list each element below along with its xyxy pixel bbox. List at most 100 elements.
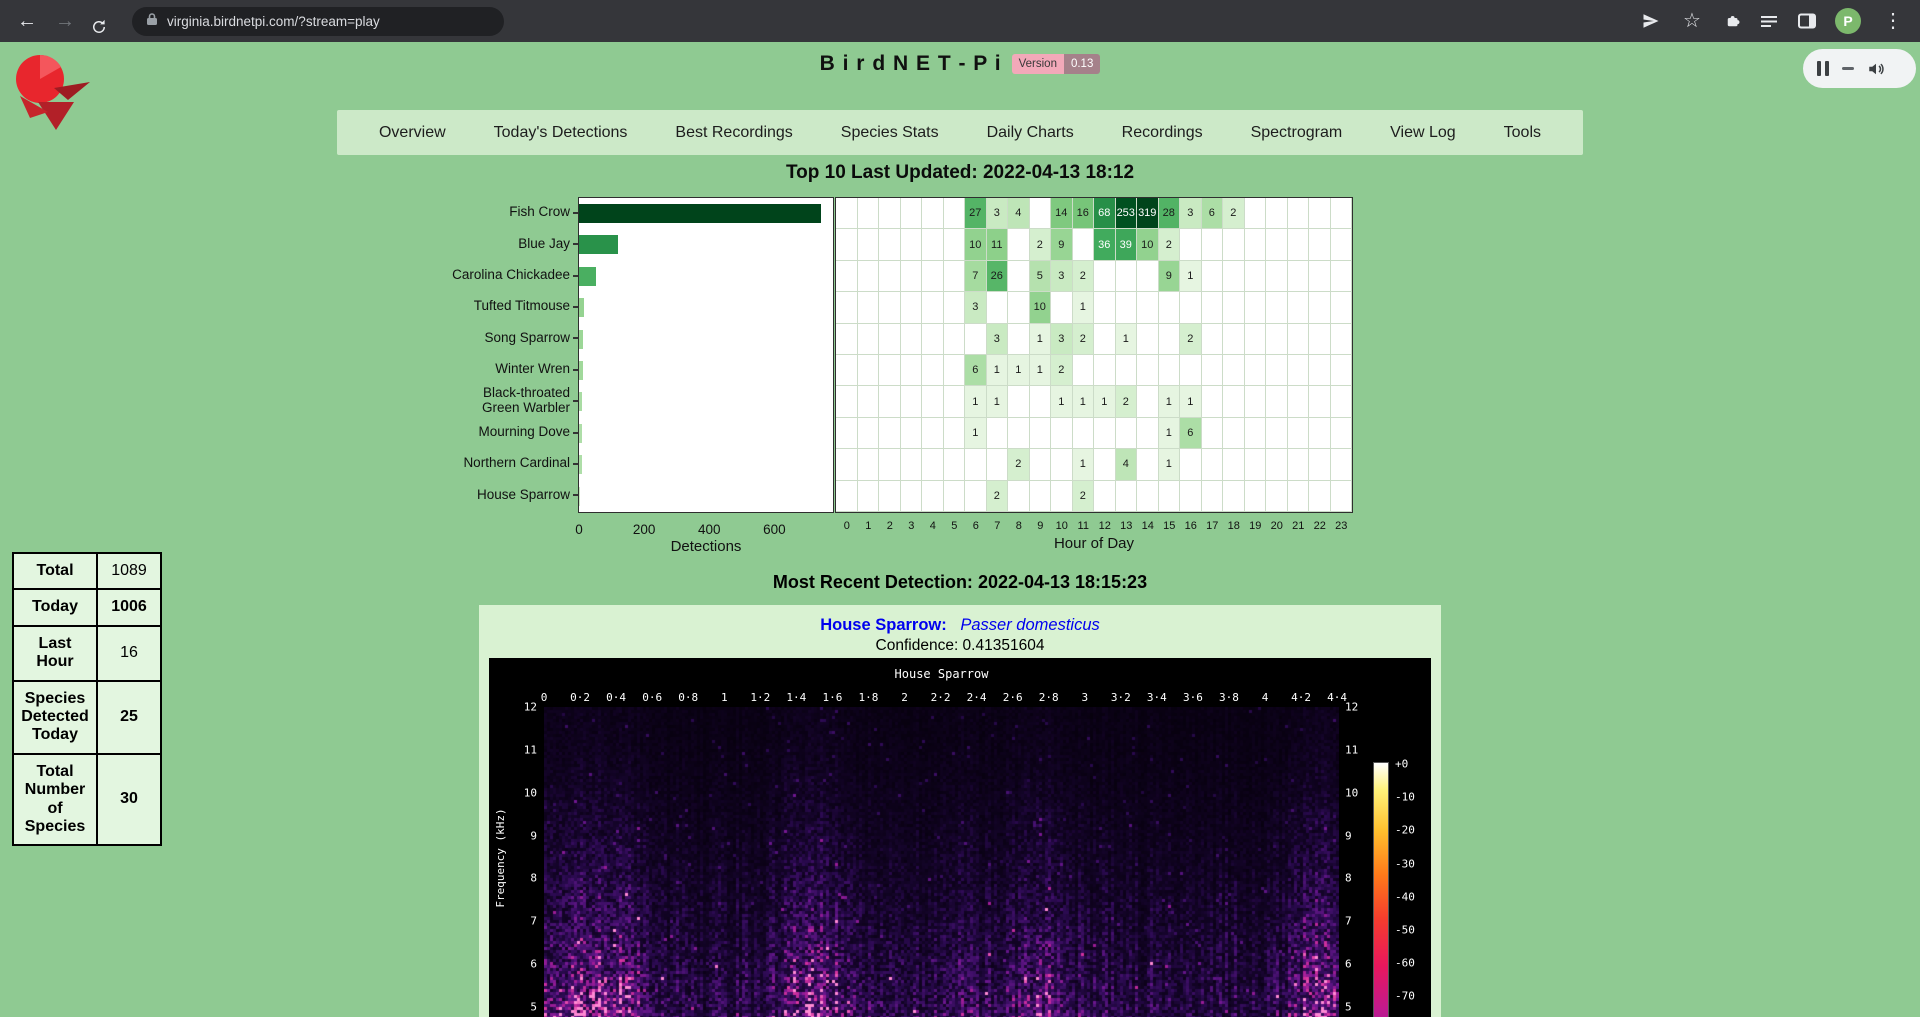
hour-tick-label: 21 bbox=[1292, 520, 1304, 532]
address-bar[interactable]: virginia.birdnetpi.com/?stream=play bbox=[132, 7, 504, 36]
heatmap-cell bbox=[901, 261, 923, 292]
nav-item-species-stats[interactable]: Species Stats bbox=[841, 124, 939, 142]
heatmap-cell bbox=[901, 292, 923, 323]
nav-item-overview[interactable]: Overview bbox=[379, 124, 446, 142]
heatmap-cell bbox=[1051, 449, 1073, 480]
heatmap-cell: 3 bbox=[965, 292, 987, 323]
version-value: 0.13 bbox=[1064, 54, 1100, 74]
nav-item-today-s-detections[interactable]: Today's Detections bbox=[494, 124, 628, 142]
detection-species-link[interactable]: House Sparrow: bbox=[820, 616, 947, 634]
heatmap-cell bbox=[1030, 418, 1052, 449]
heatmap-cell bbox=[1008, 324, 1030, 355]
stats-row: Today1006 bbox=[13, 589, 161, 625]
heatmap-cell bbox=[1051, 418, 1073, 449]
heatmap-cell bbox=[1116, 292, 1138, 323]
bookmark-star-icon[interactable]: ☆ bbox=[1679, 0, 1705, 42]
spectrogram-x-tick: 1·8 bbox=[859, 691, 879, 704]
heatmap-cell bbox=[1008, 229, 1030, 260]
menu-icon[interactable]: ⋮ bbox=[1880, 0, 1906, 42]
heatmap-cell bbox=[1288, 449, 1310, 480]
detections-bar bbox=[579, 235, 618, 254]
stats-row: Last Hour16 bbox=[13, 626, 161, 681]
nav-item-spectrogram[interactable]: Spectrogram bbox=[1251, 124, 1343, 142]
stat-label: Total Number of Species bbox=[13, 754, 97, 846]
nav-item-best-recordings[interactable]: Best Recordings bbox=[675, 124, 792, 142]
heatmap-cell bbox=[1137, 449, 1159, 480]
hour-tick-label: 15 bbox=[1163, 520, 1175, 532]
version-label: Version bbox=[1012, 54, 1064, 74]
heatmap-cell: 26 bbox=[987, 261, 1009, 292]
pause-button[interactable] bbox=[1817, 61, 1829, 76]
colorbar-tick-label: -20 bbox=[1395, 824, 1415, 837]
heatmap-cell bbox=[1051, 292, 1073, 323]
forward-icon[interactable]: → bbox=[52, 0, 78, 42]
hour-tick-label: 0 bbox=[844, 520, 850, 532]
volume-icon[interactable] bbox=[1867, 60, 1885, 78]
heatmap-cell bbox=[858, 198, 880, 229]
detections-bar bbox=[579, 204, 821, 223]
stat-value-link[interactable]: 25 bbox=[97, 681, 161, 754]
detection-confidence: Confidence: 0.41351604 bbox=[479, 637, 1441, 655]
detection-scientific-name: Passer domesticus bbox=[960, 616, 1099, 634]
heatmap-cell: 5 bbox=[1030, 261, 1052, 292]
bar-x-tick-label: 600 bbox=[763, 522, 786, 537]
stat-value-link[interactable]: 1006 bbox=[97, 589, 161, 625]
heatmap-cell: 3 bbox=[1051, 261, 1073, 292]
nav-item-daily-charts[interactable]: Daily Charts bbox=[987, 124, 1074, 142]
heatmap-cell bbox=[1288, 229, 1310, 260]
heatmap-cell: 1 bbox=[1051, 386, 1073, 417]
reload-icon[interactable] bbox=[90, 6, 116, 36]
heatmap-cell: 1 bbox=[1030, 355, 1052, 386]
heatmap-cell bbox=[1309, 229, 1331, 260]
stats-row: Total Number of Species30 bbox=[13, 754, 161, 846]
heatmap-cell: 10 bbox=[1030, 292, 1052, 323]
side-panel-icon[interactable] bbox=[1798, 12, 1816, 30]
bar-x-axis-label: Detections bbox=[671, 538, 742, 555]
back-icon[interactable]: ← bbox=[14, 0, 40, 42]
heatmap-cell: 1 bbox=[1073, 449, 1095, 480]
extensions-icon[interactable] bbox=[1724, 12, 1742, 30]
heatmap-cell: 1 bbox=[965, 386, 987, 417]
heatmap-cell bbox=[1030, 449, 1052, 480]
heatmap-cell bbox=[1116, 418, 1138, 449]
page-header: B i r d N E T - P i Version 0.13 bbox=[0, 52, 1920, 76]
heatmap-cell bbox=[1008, 292, 1030, 323]
spectrogram-canvas bbox=[544, 707, 1339, 1017]
colorbar-tick-label: +0 bbox=[1395, 758, 1408, 771]
share-icon[interactable] bbox=[1642, 12, 1660, 30]
heatmap-cell bbox=[1202, 292, 1224, 323]
nav-item-recordings[interactable]: Recordings bbox=[1122, 124, 1203, 142]
audio-player[interactable] bbox=[1803, 49, 1916, 88]
spectrogram-x-tick: 2·2 bbox=[931, 691, 951, 704]
reading-list-icon[interactable] bbox=[1761, 12, 1779, 30]
hour-tick-label: 17 bbox=[1206, 520, 1218, 532]
heatmap-cell bbox=[944, 229, 966, 260]
url-text[interactable]: virginia.birdnetpi.com/?stream=play bbox=[167, 14, 380, 29]
heatmap-cell bbox=[836, 292, 858, 323]
spectrogram-x-tick: 3 bbox=[1081, 691, 1088, 704]
nav-item-tools[interactable]: Tools bbox=[1504, 124, 1541, 142]
hour-tick-label: 11 bbox=[1078, 520, 1089, 532]
heatmap-cell bbox=[1137, 261, 1159, 292]
heatmap-cell bbox=[836, 229, 858, 260]
heatmap-cell: 6 bbox=[1202, 198, 1224, 229]
heatmap-cell: 1 bbox=[1180, 386, 1202, 417]
heatmap-cell bbox=[1137, 386, 1159, 417]
heatmap-cell: 10 bbox=[965, 229, 987, 260]
heatmap-cell bbox=[1266, 292, 1288, 323]
stat-value-link[interactable]: 30 bbox=[97, 754, 161, 846]
heatmap-cell bbox=[1288, 292, 1310, 323]
heatmap-cell bbox=[1202, 324, 1224, 355]
heatmap-cell: 3 bbox=[1180, 198, 1202, 229]
heatmap-cell bbox=[965, 324, 987, 355]
hour-tick-label: 10 bbox=[1056, 520, 1068, 532]
heatmap-cell bbox=[1116, 355, 1138, 386]
heatmap-cell bbox=[858, 261, 880, 292]
heatmap-cell bbox=[1137, 355, 1159, 386]
heatmap-cell bbox=[944, 418, 966, 449]
heatmap-cell bbox=[1202, 449, 1224, 480]
main-nav: Overview Today's Detections Best Recording… bbox=[337, 110, 1583, 155]
heatmap-cell bbox=[836, 198, 858, 229]
profile-avatar[interactable]: P bbox=[1835, 8, 1861, 34]
nav-item-view-log[interactable]: View Log bbox=[1390, 124, 1456, 142]
